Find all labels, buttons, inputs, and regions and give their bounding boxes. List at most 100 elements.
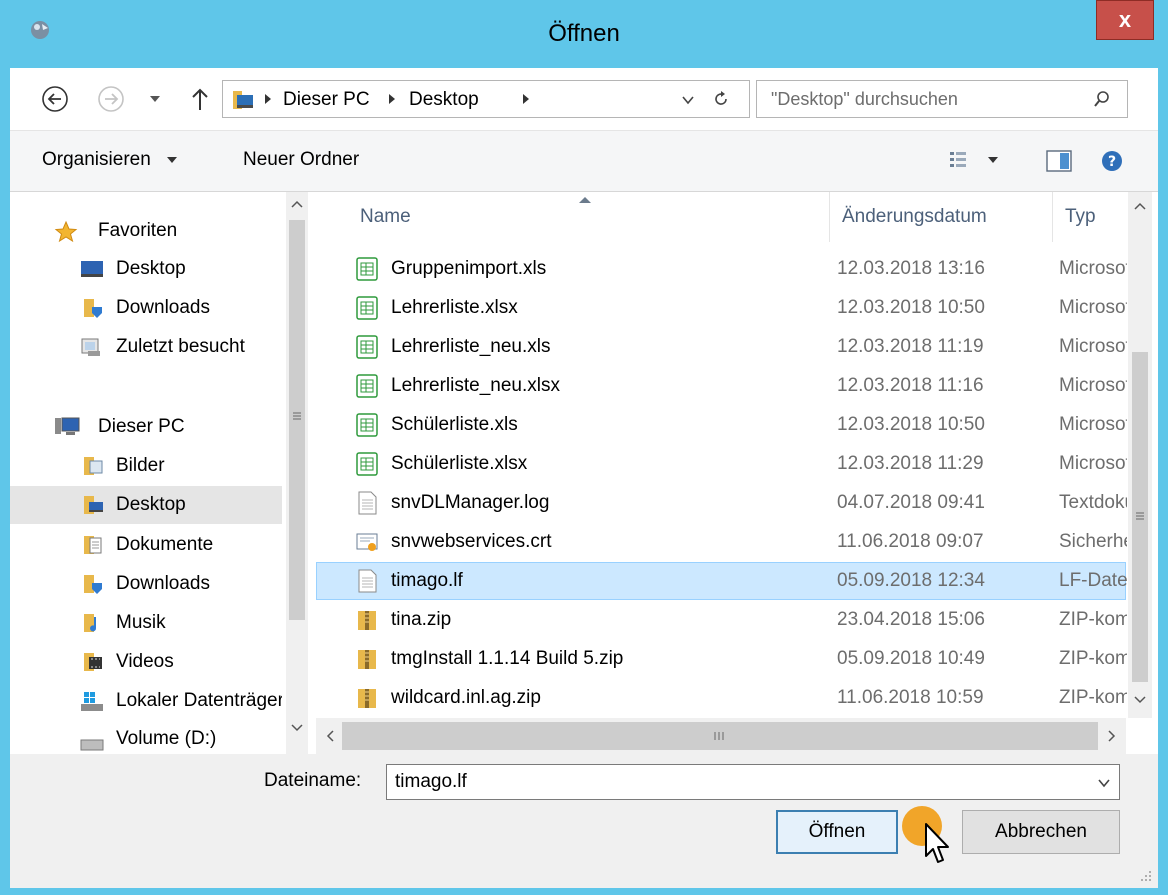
scroll-grip-icon	[292, 412, 302, 420]
nav-downloads[interactable]: Downloads	[10, 565, 282, 603]
organize-label: Organisieren	[42, 149, 151, 170]
organize-button[interactable]: Organisieren	[42, 149, 178, 171]
chevron-down-icon	[166, 156, 178, 164]
back-button[interactable]	[38, 82, 72, 116]
file-row[interactable]: Gruppenimport.xls 12.03.2018 13:16 Micro…	[316, 250, 1127, 288]
nav-music[interactable]: Musik	[10, 604, 282, 642]
command-toolbar: Organisieren Neuer Ordner ?	[10, 130, 1158, 192]
window-title: Öffnen	[548, 20, 620, 47]
nav-downloads-favorite[interactable]: Downloads	[10, 289, 282, 327]
file-row[interactable]: snvDLManager.log 04.07.2018 09:41 Textdo…	[316, 484, 1127, 522]
breadcrumb-dieser-pc[interactable]: Dieser PC	[283, 89, 370, 111]
up-arrow-icon	[192, 88, 208, 110]
desktop-folder-icon	[82, 494, 104, 516]
sort-ascending-icon	[578, 196, 592, 204]
text-file-icon	[356, 491, 378, 515]
documents-folder-icon	[82, 534, 104, 556]
local-disk-icon	[80, 690, 103, 712]
column-header-type[interactable]: Typ	[1065, 206, 1096, 256]
nav-scroll-thumb[interactable]	[289, 220, 305, 620]
file-row[interactable]: Lehrerliste_neu.xls 12.03.2018 11:19 Mic…	[316, 328, 1127, 366]
scroll-right-icon[interactable]	[1108, 730, 1116, 742]
desktop-location-icon	[231, 87, 255, 111]
spreadsheet-icon	[356, 374, 378, 398]
chevron-down-icon	[987, 156, 999, 164]
breadcrumb-separator-icon	[521, 93, 531, 105]
text-file-icon	[356, 569, 378, 593]
help-icon: ?	[1102, 151, 1122, 171]
videos-folder-icon	[82, 651, 104, 673]
close-icon: x	[1118, 7, 1132, 32]
up-button[interactable]	[186, 84, 214, 114]
column-header-name[interactable]: Name	[360, 206, 411, 256]
dialog-footer: Dateiname: timago.lf Öffnen Abbrechen	[10, 754, 1158, 888]
spreadsheet-icon	[356, 452, 378, 476]
refresh-icon[interactable]	[711, 89, 731, 109]
open-button[interactable]: Öffnen	[776, 810, 898, 854]
content-area: Favoriten Desktop Downloads Zuletzt besu…	[10, 192, 1158, 754]
nav-desktop-favorite[interactable]: Desktop	[10, 250, 282, 288]
recent-locations-dropdown[interactable]	[144, 88, 166, 110]
file-row[interactable]: Lehrerliste_neu.xlsx 12.03.2018 11:16 Mi…	[316, 367, 1127, 405]
resize-grip-icon[interactable]	[1138, 868, 1152, 882]
view-options-button[interactable]	[948, 149, 999, 171]
chevron-down-icon[interactable]	[1097, 778, 1111, 788]
scroll-grip-icon	[714, 731, 724, 741]
breadcrumb-desktop[interactable]: Desktop	[409, 89, 479, 111]
column-header-date[interactable]: Änderungsdatum	[842, 206, 987, 256]
nav-volume-d[interactable]: Volume (D:)	[10, 720, 282, 754]
scroll-up-icon[interactable]	[1134, 202, 1146, 210]
cancel-button[interactable]: Abbrechen	[962, 810, 1120, 854]
file-row[interactable]: tina.zip 23.04.2018 15:06 ZIP-komprimier…	[316, 601, 1127, 639]
scroll-left-icon[interactable]	[326, 730, 334, 742]
file-row-selected[interactable]: timago.lf 05.09.2018 12:34 LF-Datei	[316, 562, 1127, 600]
svg-text:?: ?	[1108, 154, 1116, 170]
nav-favorites[interactable]: Favoriten	[10, 212, 282, 250]
address-history-chevron-icon[interactable]	[681, 95, 695, 105]
file-row[interactable]: snvwebservices.crt 11.06.2018 09:07 Sich…	[316, 523, 1127, 561]
scroll-down-icon[interactable]	[1134, 696, 1146, 704]
scroll-grip-icon	[1135, 512, 1145, 520]
nav-this-pc[interactable]: Dieser PC	[10, 408, 282, 446]
pictures-folder-icon	[82, 455, 104, 477]
help-button[interactable]: ?	[1100, 149, 1124, 173]
desktop-icon	[80, 258, 103, 280]
close-button[interactable]: x	[1096, 0, 1154, 40]
scroll-down-icon[interactable]	[291, 724, 303, 732]
zip-folder-icon	[356, 647, 378, 671]
filename-field[interactable]: timago.lf	[386, 764, 1120, 800]
nav-documents[interactable]: Dokumente	[10, 526, 282, 564]
file-list-horizontal-scrollbar[interactable]	[316, 718, 1126, 754]
column-divider[interactable]	[829, 192, 830, 242]
breadcrumb-separator-icon	[387, 93, 397, 105]
nav-local-disk[interactable]: Lokaler Datenträger	[10, 682, 282, 720]
file-row[interactable]: Schülerliste.xls 12.03.2018 10:50 Micros…	[316, 406, 1127, 444]
address-row: Dieser PC Desktop "Desktop" durchsuchen	[10, 68, 1158, 130]
file-list-scrollbar[interactable]	[1128, 192, 1152, 718]
address-bar[interactable]: Dieser PC Desktop	[222, 80, 750, 118]
new-folder-button[interactable]: Neuer Ordner	[243, 149, 359, 171]
nav-videos[interactable]: Videos	[10, 643, 282, 681]
column-divider[interactable]	[1052, 192, 1053, 242]
scroll-up-icon[interactable]	[291, 200, 303, 208]
filename-value: timago.lf	[395, 771, 467, 792]
spreadsheet-icon	[356, 335, 378, 359]
dialog-client: Dieser PC Desktop "Desktop" durchsuchen …	[10, 68, 1158, 888]
forward-arrow-icon	[98, 86, 124, 112]
forward-button[interactable]	[94, 82, 128, 116]
nav-pictures[interactable]: Bilder	[10, 447, 282, 485]
nav-scrollbar[interactable]	[286, 192, 308, 754]
zip-folder-icon	[356, 608, 378, 632]
star-icon	[54, 220, 78, 243]
file-row[interactable]: tmgInstall 1.1.14 Build 5.zip 05.09.2018…	[316, 640, 1127, 678]
file-row[interactable]: Schülerliste.xlsx 12.03.2018 11:29 Micro…	[316, 445, 1127, 483]
navigation-pane: Favoriten Desktop Downloads Zuletzt besu…	[10, 192, 308, 754]
search-input[interactable]: "Desktop" durchsuchen	[756, 80, 1128, 118]
preview-pane-button[interactable]	[1046, 149, 1072, 173]
nav-recent-places[interactable]: Zuletzt besucht	[10, 328, 282, 366]
details-view-icon	[948, 149, 970, 171]
file-row[interactable]: Lehrerliste.xlsx 12.03.2018 10:50 Micros…	[316, 289, 1127, 327]
file-row[interactable]: wildcard.inl.ag.zip 11.06.2018 10:59 ZIP…	[316, 679, 1127, 717]
search-placeholder: "Desktop" durchsuchen	[771, 89, 958, 109]
nav-desktop[interactable]: Desktop	[10, 486, 282, 524]
